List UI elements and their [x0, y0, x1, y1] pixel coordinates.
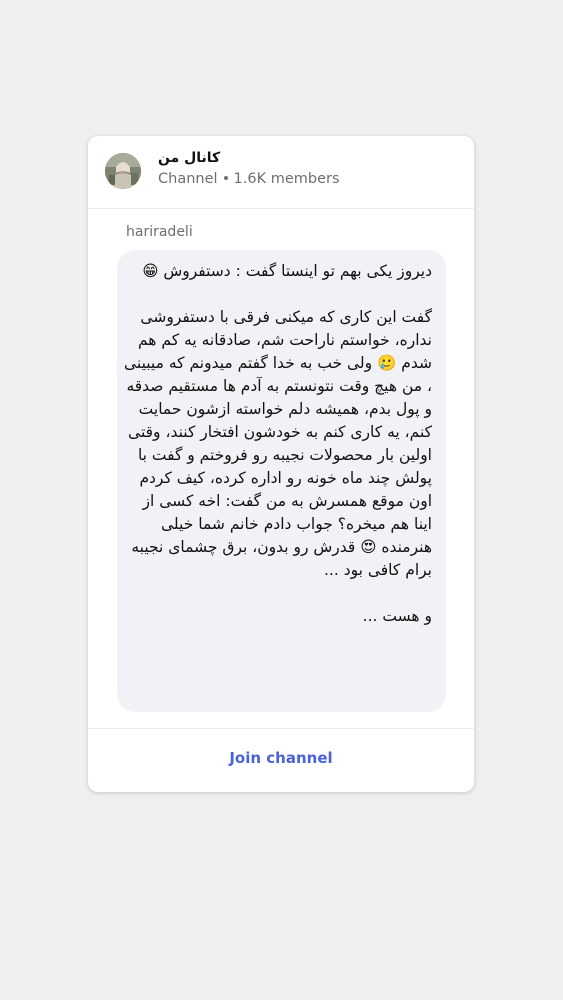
channel-title: کانال من	[158, 150, 221, 166]
channel-avatar[interactable]	[105, 153, 141, 189]
separator-dot	[223, 175, 228, 180]
card-footer: Join channel	[88, 728, 474, 792]
message-text: دیروز یکی بهم تو اینستا گفت : دستفروش 😁 …	[123, 262, 432, 625]
post-author: hariradeli	[126, 224, 193, 240]
member-count: 1.6K members	[233, 171, 340, 187]
channel-card: کانال من Channel 1.6K members hariradeli …	[88, 136, 474, 792]
channel-meta: Channel 1.6K members	[158, 171, 340, 187]
channel-avatar-photo	[105, 153, 141, 189]
join-channel-button[interactable]: Join channel	[88, 749, 474, 767]
channel-header[interactable]: کانال من Channel 1.6K members	[88, 136, 474, 209]
message-bubble: دیروز یکی بهم تو اینستا گفت : دستفروش 😁 …	[117, 250, 446, 712]
channel-type: Channel	[158, 171, 218, 187]
